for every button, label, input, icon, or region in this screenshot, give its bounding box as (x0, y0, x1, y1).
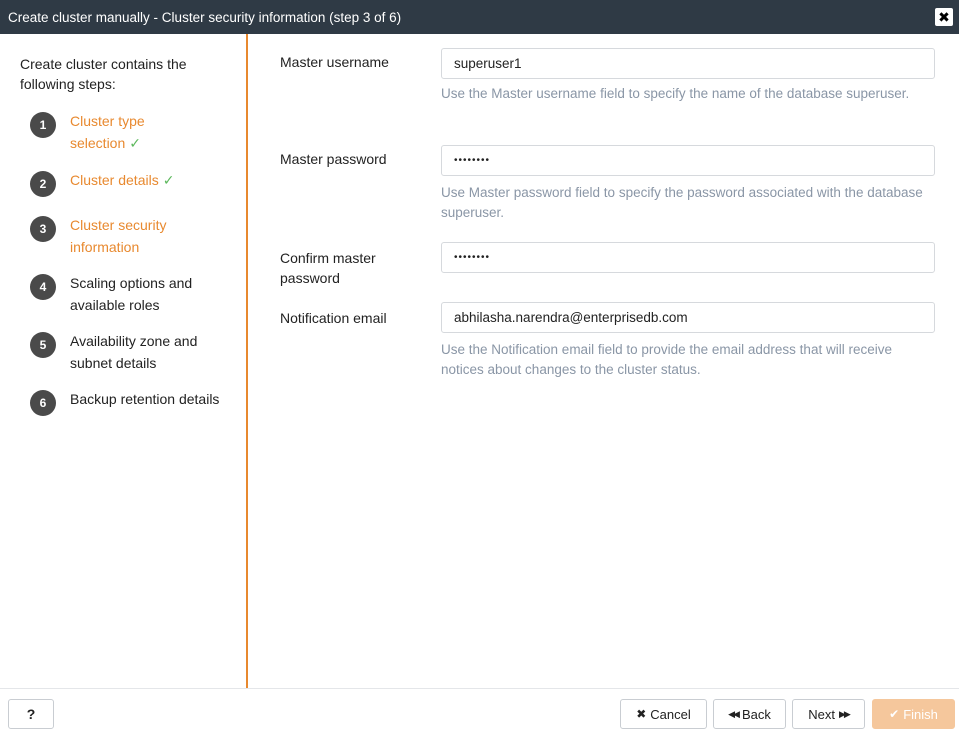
create-cluster-dialog: Create cluster manually - Cluster securi… (0, 0, 959, 735)
finish-label: Finish (903, 706, 938, 722)
step-label: Backup retention details (70, 391, 220, 407)
cancel-button[interactable]: ✖ Cancel (620, 699, 707, 729)
form-panel: Master username superuser1 Use the Maste… (250, 34, 959, 688)
master-password-label: Master password (280, 151, 387, 167)
finish-button: ✔ Finish (872, 699, 955, 729)
notification-email-input[interactable]: abhilasha.narendra@enterprisedb.com (441, 302, 935, 333)
confirm-password-input[interactable]: •••••••• (441, 242, 935, 273)
checkmark-icon: ✓ (162, 172, 175, 188)
master-password-help: Use Master password field to specify the… (441, 185, 923, 220)
cancel-label: Cancel (650, 706, 691, 722)
step-label: Availability zone and subnet details (70, 333, 198, 371)
confirm-password-label: Confirm master password (280, 250, 376, 286)
step-label: Cluster details (70, 172, 159, 188)
back-label: Back (741, 706, 771, 722)
step-number: 1 (30, 112, 56, 138)
close-icon[interactable]: ✖ (935, 8, 953, 26)
step-number: 3 (30, 216, 56, 242)
master-username-label: Master username (280, 54, 389, 70)
step-number: 2 (30, 171, 56, 197)
dialog-title: Create cluster manually - Cluster securi… (8, 9, 402, 25)
master-username-help: Use the Master username field to specify… (441, 86, 910, 101)
help-button[interactable]: ? (8, 699, 54, 729)
dialog-titlebar: Create cluster manually - Cluster securi… (0, 0, 959, 34)
check-icon: ✔ (889, 707, 900, 721)
step-number: 6 (30, 390, 56, 416)
notification-email-help: Use the Notification email field to prov… (441, 342, 892, 377)
next-label: Next (808, 706, 835, 722)
steps-sidebar: Create cluster contains the following st… (8, 34, 248, 688)
fast-forward-icon: ▶▶ (838, 708, 851, 719)
back-button[interactable]: ◀◀ Back (713, 699, 786, 729)
step-number: 4 (30, 274, 56, 300)
fast-backward-icon: ◀◀ (728, 708, 740, 719)
steps-intro: Create cluster contains the following st… (20, 56, 187, 92)
step-label: Cluster security information (70, 217, 167, 255)
master-password-input[interactable]: •••••••• (441, 145, 935, 176)
close-icon: ✖ (636, 707, 647, 721)
dialog-footer: ? ✖ Cancel ◀◀ Back Next ▶▶ ✔ Finish (0, 688, 959, 735)
notification-email-label: Notification email (280, 310, 387, 326)
checkmark-icon: ✓ (129, 135, 141, 151)
step-number: 5 (30, 332, 56, 358)
next-button[interactable]: Next ▶▶ (792, 699, 865, 729)
master-username-input[interactable]: superuser1 (441, 48, 935, 79)
step-label: Scaling options and available roles (70, 275, 193, 313)
